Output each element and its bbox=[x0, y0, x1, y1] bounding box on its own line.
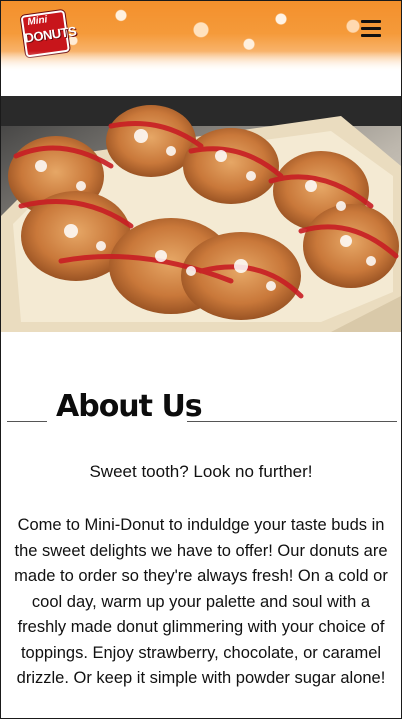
site-header: Mini DONUTS bbox=[1, 1, 401, 73]
hero-image bbox=[1, 96, 401, 332]
about-heading: About Us bbox=[56, 389, 203, 424]
donuts-photo bbox=[1, 96, 401, 332]
mini-donuts-logo[interactable]: Mini DONUTS bbox=[20, 9, 77, 58]
menu-bar-middle bbox=[361, 27, 381, 30]
about-tagline: Sweet tooth? Look no further! bbox=[89, 462, 313, 481]
divider-left bbox=[7, 421, 47, 422]
hamburger-menu-icon[interactable] bbox=[361, 20, 381, 37]
divider-right bbox=[187, 421, 397, 422]
page: Mini DONUTS About Us Sweet tooth? Look n… bbox=[0, 0, 402, 719]
about-section-header: About Us bbox=[1, 389, 401, 429]
menu-bar-top bbox=[361, 20, 381, 23]
menu-bar-bottom bbox=[361, 34, 381, 37]
about-body: Come to Mini-Donut to induldge your tast… bbox=[14, 516, 388, 687]
